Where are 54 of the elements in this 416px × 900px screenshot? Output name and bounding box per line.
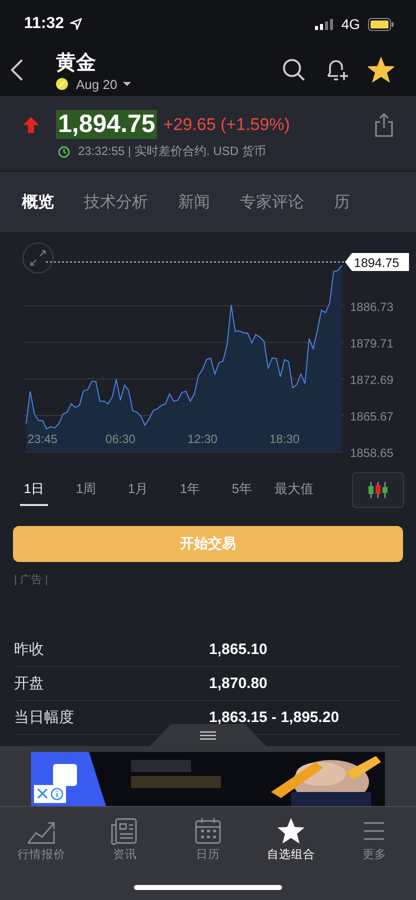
share-icon[interactable] <box>374 112 394 136</box>
period-tab[interactable]: 1周 <box>60 474 112 506</box>
tab[interactable]: 技术分析 <box>84 192 148 212</box>
tab[interactable]: 新闻 <box>178 192 210 212</box>
tab[interactable]: 历 <box>334 192 350 212</box>
stat-label: 开盘 <box>14 674 45 693</box>
candlestick-icon <box>367 480 389 500</box>
ad-label: | 广告 | <box>14 572 49 587</box>
location-icon <box>70 18 82 30</box>
battery-icon <box>368 18 394 30</box>
y-axis-label: 1872.69 <box>350 372 394 387</box>
nav-item[interactable]: 资讯 <box>83 817 166 862</box>
y-axis-label: 1865.67 <box>350 409 394 424</box>
price-value: 1,894.75 <box>56 110 158 139</box>
star-icon[interactable] <box>368 57 394 83</box>
back-icon[interactable] <box>10 58 24 82</box>
stat-label: 昨收 <box>14 640 45 659</box>
nav-item[interactable]: 更多 <box>332 817 416 862</box>
expand-icon[interactable] <box>22 242 54 274</box>
x-axis-label: 18:30 <box>270 432 300 446</box>
stat-value: 1,870.80 <box>209 675 268 692</box>
period-tab[interactable]: 1年 <box>164 474 216 506</box>
x-axis-label: 12:30 <box>187 432 218 446</box>
nav-item[interactable]: 日历 <box>166 817 250 862</box>
tab[interactable]: 概览 <box>22 192 54 212</box>
coin-icon <box>56 78 68 90</box>
nav-item[interactable]: 自选组合 <box>250 817 333 862</box>
page-title: 黄金 <box>56 50 97 76</box>
y-axis-label: 1879.71 <box>350 336 394 350</box>
y-axis-label: 1886.73 <box>350 300 394 314</box>
stat-label: 当日幅度 <box>14 708 75 727</box>
y-axis-label: 1858.65 <box>350 446 394 460</box>
tab[interactable]: 专家评论 <box>240 192 304 212</box>
price-change: +29.65 (+1.59%) <box>163 114 290 134</box>
stat-value: 1,863.15 - 1,895.20 <box>209 709 340 726</box>
price-tag: 1894.75 <box>345 253 409 271</box>
clock-icon <box>58 146 70 158</box>
x-axis-label: 06:30 <box>105 432 136 446</box>
nav-item[interactable]: 行情报价 <box>0 817 84 862</box>
candlestick-button[interactable] <box>352 472 404 508</box>
caret-icon <box>123 82 132 86</box>
x-axis-label: 23:45 <box>27 432 58 446</box>
ad-controls[interactable] <box>34 785 66 803</box>
period-tab[interactable]: 1月 <box>112 474 164 506</box>
signal-icon <box>315 18 334 30</box>
period-tab[interactable]: 最大值 <box>268 474 320 506</box>
search-icon[interactable] <box>282 58 306 82</box>
period-tab[interactable]: 5年 <box>216 474 268 506</box>
contract-dropdown[interactable]: Aug 20 <box>76 76 132 92</box>
period-tab[interactable]: 1日 <box>20 474 48 506</box>
status-time: 11:32 <box>24 15 64 33</box>
network-label: 4G <box>341 16 360 32</box>
stat-value: 1,865.10 <box>209 641 268 658</box>
quote-info: 23:32:55 | 实时差价合约. USD 货币 <box>78 143 266 160</box>
